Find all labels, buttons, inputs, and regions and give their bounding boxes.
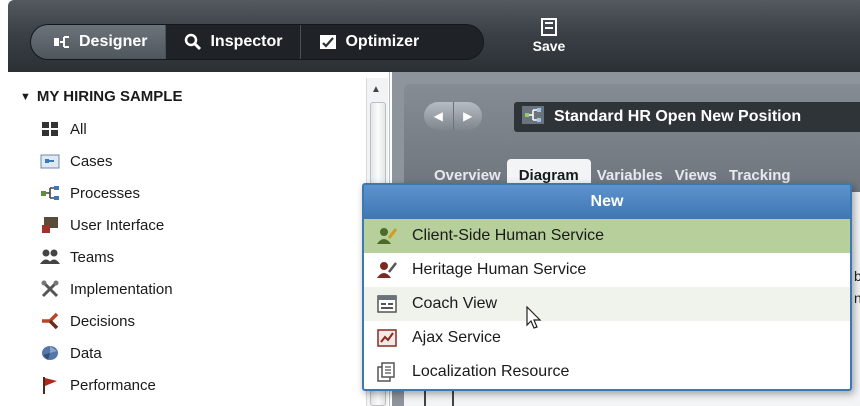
library-panel: ▼ MY HIRING SAMPLE All Cases Processes U… [8, 72, 390, 406]
designer-button[interactable]: Designer [31, 25, 167, 59]
sidebar-item-label: User Interface [70, 216, 165, 234]
save-label: Save [532, 38, 566, 54]
grid-icon [40, 119, 60, 139]
clipped-text: n [854, 290, 860, 306]
optimizer-button[interactable]: Optimizer [301, 25, 437, 59]
save-button[interactable]: Save [524, 18, 574, 68]
mouse-pointer-icon [526, 305, 544, 334]
implementation-icon [40, 279, 60, 299]
sidebar-item-label: Cases [70, 152, 113, 170]
editor-header: ◀ ▶ Standard HR Open New Position Overvi… [404, 84, 860, 192]
designer-icon [53, 33, 71, 51]
menu-item-coach-view[interactable]: Coach View [364, 287, 850, 321]
menu-item-localization-resource[interactable]: Localization Resource [364, 355, 850, 389]
scroll-up-icon[interactable]: ▲ [371, 84, 381, 95]
menu-item-label: Coach View [412, 295, 498, 312]
menu-item-label: Ajax Service [412, 329, 501, 346]
process-app-header[interactable]: ▼ MY HIRING SAMPLE [20, 88, 182, 105]
sidebar-item-data[interactable]: Data [40, 340, 102, 366]
menu-item-label: Localization Resource [412, 363, 570, 380]
decisions-icon [40, 311, 60, 331]
performance-flag-icon [40, 375, 60, 395]
sidebar-item-label: Performance [70, 376, 156, 394]
optimizer-icon [319, 33, 337, 51]
data-icon [40, 343, 60, 363]
menu-item-client-side-human-service[interactable]: Client-Side Human Service [364, 219, 850, 253]
sidebar-item-label: Teams [70, 248, 115, 266]
sidebar-item-label: Data [70, 344, 102, 362]
menu-item-ajax-service[interactable]: Ajax Service [364, 321, 850, 355]
menu-item-label: Client-Side Human Service [412, 227, 605, 244]
save-icon [540, 18, 558, 36]
user-interface-icon [40, 215, 60, 235]
history-navigation: ◀ ▶ [424, 102, 482, 130]
sidebar-item-performance[interactable]: Performance [40, 372, 156, 398]
mode-switcher: Designer Inspector Optimizer [30, 24, 484, 60]
inspector-label: Inspector [210, 33, 283, 50]
sidebar-item-all[interactable]: All [40, 116, 87, 142]
menu-item-heritage-human-service[interactable]: Heritage Human Service [364, 253, 850, 287]
sidebar-item-label: Processes [70, 184, 141, 202]
teams-icon [40, 247, 60, 267]
sidebar-item-user-interface[interactable]: User Interface [40, 212, 164, 238]
client-side-human-service-icon [376, 225, 398, 247]
sidebar-item-cases[interactable]: Cases [40, 148, 113, 174]
sidebar-item-implementation[interactable]: Implementation [40, 276, 173, 302]
ajax-service-icon [376, 327, 398, 349]
sidebar-item-decisions[interactable]: Decisions [40, 308, 135, 334]
clipped-text: b [854, 268, 860, 284]
sidebar-item-processes[interactable]: Processes [40, 180, 140, 206]
back-arrow-icon[interactable]: ◀ [424, 102, 454, 130]
coach-view-icon [376, 293, 398, 315]
caret-down-icon: ▼ [20, 90, 31, 103]
sidebar-item-label: Implementation [70, 280, 173, 298]
forward-arrow-icon[interactable]: ▶ [454, 102, 483, 130]
sidebar-item-label: Decisions [70, 312, 136, 330]
designer-label: Designer [79, 33, 148, 50]
inspector-button[interactable]: Inspector [166, 25, 302, 59]
processes-icon [522, 105, 544, 129]
process-title-bar: Standard HR Open New Position [514, 102, 860, 132]
new-artifact-menu: New Client-Side Human Service Heritage H… [362, 183, 852, 391]
menu-item-label: Heritage Human Service [412, 261, 587, 278]
search-icon [184, 33, 202, 51]
process-app-title: MY HIRING SAMPLE [36, 88, 183, 105]
heritage-human-service-icon [376, 259, 398, 281]
process-title: Standard HR Open New Position [554, 108, 802, 125]
top-toolbar: Designer Inspector Optimizer Save [8, 0, 860, 72]
sidebar-item-label: All [70, 120, 87, 138]
optimizer-label: Optimizer [345, 33, 420, 50]
sidebar-item-teams[interactable]: Teams [40, 244, 114, 270]
processes-icon [40, 183, 60, 203]
localization-resource-icon [376, 361, 398, 383]
menu-header: New [364, 185, 850, 219]
cases-icon [40, 151, 60, 171]
